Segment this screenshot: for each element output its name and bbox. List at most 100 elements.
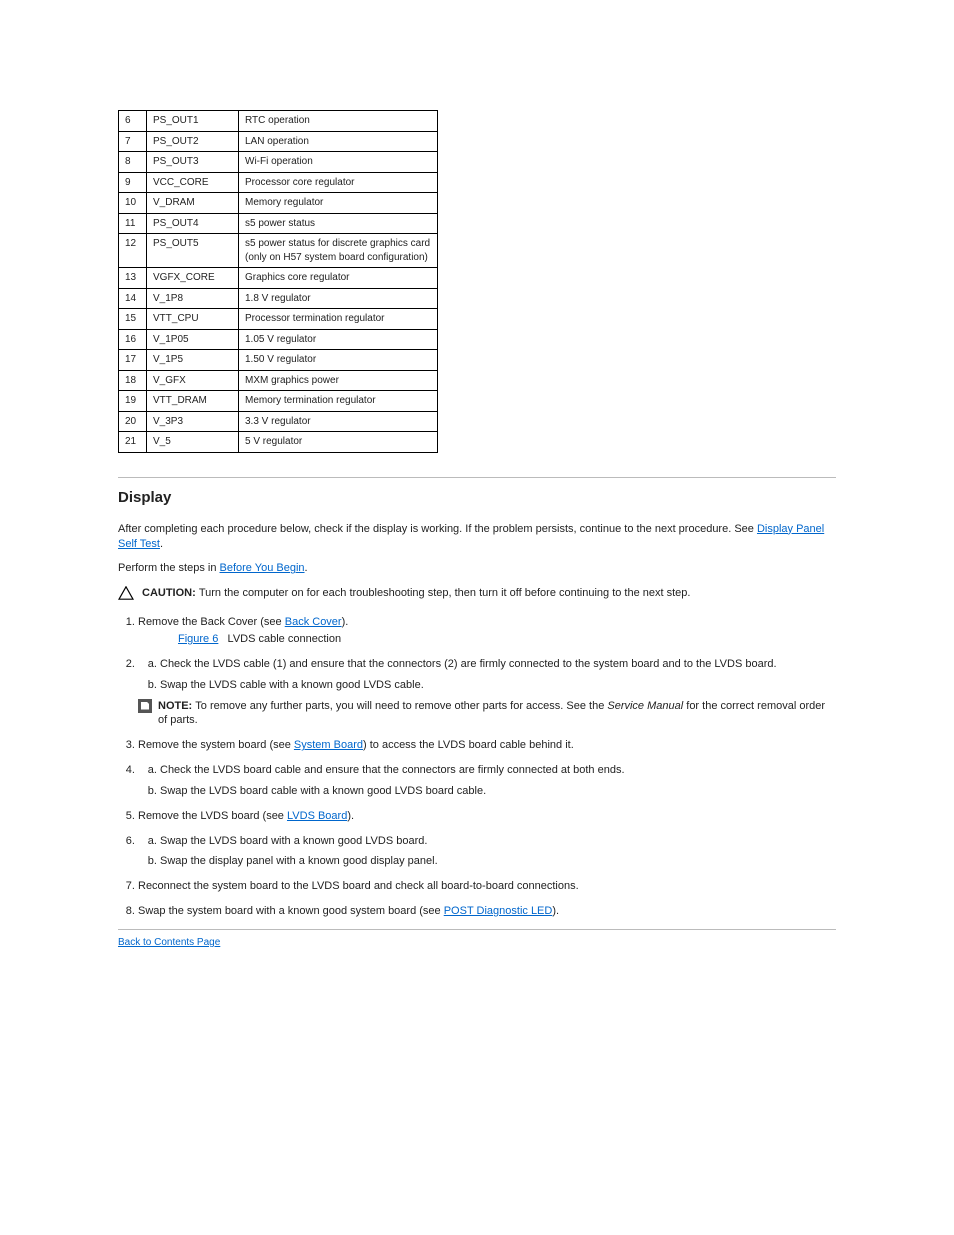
table-row: 20V_3P33.3 V regulator bbox=[119, 411, 438, 432]
table-cell: s5 power status for discrete graphics ca… bbox=[239, 234, 438, 268]
figure-6-spacer bbox=[138, 632, 178, 647]
perform-steps-paragraph: Perform the steps in Before You Begin. bbox=[118, 561, 836, 576]
section-divider-top bbox=[118, 477, 836, 478]
table-cell: V_1P05 bbox=[147, 329, 239, 350]
intro-text-1: After completing each procedure below, c… bbox=[118, 523, 757, 535]
link-back-to-contents[interactable]: Back to Contents Page bbox=[118, 937, 220, 948]
step-7: Reconnect the system board to the LVDS b… bbox=[138, 879, 836, 894]
table-cell: 11 bbox=[119, 213, 147, 234]
table-cell: 14 bbox=[119, 288, 147, 309]
section-heading-display: Display bbox=[118, 488, 836, 508]
steps-list: Remove the Back Cover (see Back Cover). … bbox=[118, 615, 836, 919]
step-2: Check the LVDS cable (1) and ensure that… bbox=[138, 657, 836, 728]
table-row: 15VTT_CPUProcessor termination regulator bbox=[119, 309, 438, 330]
step-6-substeps: Swap the LVDS board with a known good LV… bbox=[138, 834, 836, 870]
table-cell: 7 bbox=[119, 131, 147, 152]
step-4b: Swap the LVDS board cable with a known g… bbox=[160, 784, 836, 799]
table-cell: PS_OUT4 bbox=[147, 213, 239, 234]
intro-text-2: . bbox=[160, 538, 163, 550]
step-1-text-2: ). bbox=[342, 616, 349, 628]
table-row: 13VGFX_COREGraphics core regulator bbox=[119, 268, 438, 289]
section-divider-bottom bbox=[118, 929, 836, 930]
connector-table-body: 6PS_OUT1RTC operation7PS_OUT2LAN operati… bbox=[119, 111, 438, 453]
table-cell: 16 bbox=[119, 329, 147, 350]
figure-6-title: LVDS cable connection bbox=[228, 633, 342, 645]
table-cell: Processor termination regulator bbox=[239, 309, 438, 330]
step-6b: Swap the display panel with a known good… bbox=[160, 854, 836, 869]
table-cell: 6 bbox=[119, 111, 147, 132]
step-5: Remove the LVDS board (see LVDS Board). bbox=[138, 809, 836, 824]
table-row: 8PS_OUT3Wi-Fi operation bbox=[119, 152, 438, 173]
table-row: 6PS_OUT1RTC operation bbox=[119, 111, 438, 132]
back-link-paragraph: Back to Contents Page bbox=[118, 936, 836, 950]
table-cell: 8 bbox=[119, 152, 147, 173]
table-cell: PS_OUT1 bbox=[147, 111, 239, 132]
note-em: Service Manual bbox=[607, 700, 683, 712]
note-label: NOTE: bbox=[158, 700, 195, 712]
step-1-text-1: Remove the Back Cover (see bbox=[138, 616, 285, 628]
figure-6-line: Figure 6 LVDS cable connection bbox=[138, 632, 836, 647]
table-cell: Memory termination regulator bbox=[239, 391, 438, 412]
table-cell: 18 bbox=[119, 370, 147, 391]
step-6: Swap the LVDS board with a known good LV… bbox=[138, 834, 836, 870]
connector-table: 6PS_OUT1RTC operation7PS_OUT2LAN operati… bbox=[118, 110, 438, 453]
step-5-text-1: Remove the LVDS board (see bbox=[138, 810, 287, 822]
link-figure-6[interactable]: Figure 6 bbox=[178, 633, 218, 645]
table-cell: VTT_CPU bbox=[147, 309, 239, 330]
table-row: 9VCC_COREProcessor core regulator bbox=[119, 172, 438, 193]
table-row: 21V_55 V regulator bbox=[119, 432, 438, 453]
perform-steps-text-2: . bbox=[305, 562, 308, 574]
intro-paragraph: After completing each procedure below, c… bbox=[118, 522, 836, 552]
caution-text-container: CAUTION: Turn the computer on for each t… bbox=[142, 586, 690, 601]
table-cell: V_1P8 bbox=[147, 288, 239, 309]
table-row: 10V_DRAMMemory regulator bbox=[119, 193, 438, 214]
table-cell: 3.3 V regulator bbox=[239, 411, 438, 432]
table-cell: Processor core regulator bbox=[239, 172, 438, 193]
table-cell: V_DRAM bbox=[147, 193, 239, 214]
table-row: 11PS_OUT4s5 power status bbox=[119, 213, 438, 234]
step-3-text-2: ) to access the LVDS board cable behind … bbox=[363, 739, 574, 751]
step-2a: Check the LVDS cable (1) and ensure that… bbox=[160, 657, 836, 672]
step-4-substeps: Check the LVDS board cable and ensure th… bbox=[138, 763, 836, 799]
table-cell: VTT_DRAM bbox=[147, 391, 239, 412]
note-text-container: NOTE: To remove any further parts, you w… bbox=[158, 699, 836, 729]
table-cell: PS_OUT3 bbox=[147, 152, 239, 173]
table-cell: 1.8 V regulator bbox=[239, 288, 438, 309]
note-block: NOTE: To remove any further parts, you w… bbox=[138, 699, 836, 729]
step-6a: Swap the LVDS board with a known good LV… bbox=[160, 834, 836, 849]
table-cell: PS_OUT2 bbox=[147, 131, 239, 152]
link-before-you-begin[interactable]: Before You Begin bbox=[220, 562, 305, 574]
table-row: 14V_1P81.8 V regulator bbox=[119, 288, 438, 309]
table-cell: 5 V regulator bbox=[239, 432, 438, 453]
link-system-board[interactable]: System Board bbox=[294, 739, 363, 751]
step-1: Remove the Back Cover (see Back Cover). … bbox=[138, 615, 836, 647]
step-8-text-1: Swap the system board with a known good … bbox=[138, 905, 444, 917]
link-back-cover[interactable]: Back Cover bbox=[285, 616, 342, 628]
table-cell: 12 bbox=[119, 234, 147, 268]
caution-block: CAUTION: Turn the computer on for each t… bbox=[118, 586, 836, 601]
table-cell: 20 bbox=[119, 411, 147, 432]
step-3: Remove the system board (see System Boar… bbox=[138, 738, 836, 753]
table-cell: V_3P3 bbox=[147, 411, 239, 432]
caution-label: CAUTION: bbox=[142, 587, 199, 599]
table-cell: s5 power status bbox=[239, 213, 438, 234]
table-cell: 1.05 V regulator bbox=[239, 329, 438, 350]
table-cell: VGFX_CORE bbox=[147, 268, 239, 289]
link-post-diagnostic-led[interactable]: POST Diagnostic LED bbox=[444, 905, 553, 917]
link-lvds-board[interactable]: LVDS Board bbox=[287, 810, 347, 822]
table-cell: MXM graphics power bbox=[239, 370, 438, 391]
step-2b: Swap the LVDS cable with a known good LV… bbox=[160, 678, 836, 693]
step-2-substeps: Check the LVDS cable (1) and ensure that… bbox=[138, 657, 836, 693]
note-icon bbox=[138, 699, 152, 713]
table-row: 19VTT_DRAMMemory termination regulator bbox=[119, 391, 438, 412]
table-cell: 13 bbox=[119, 268, 147, 289]
table-cell: 21 bbox=[119, 432, 147, 453]
table-cell: V_GFX bbox=[147, 370, 239, 391]
table-cell: 10 bbox=[119, 193, 147, 214]
table-cell: V_1P5 bbox=[147, 350, 239, 371]
step-4a: Check the LVDS board cable and ensure th… bbox=[160, 763, 836, 778]
step-8-text-2: ). bbox=[552, 905, 559, 917]
caution-text: Turn the computer on for each troublesho… bbox=[199, 587, 691, 599]
step-3-text-1: Remove the system board (see bbox=[138, 739, 294, 751]
table-row: 12PS_OUT5s5 power status for discrete gr… bbox=[119, 234, 438, 268]
